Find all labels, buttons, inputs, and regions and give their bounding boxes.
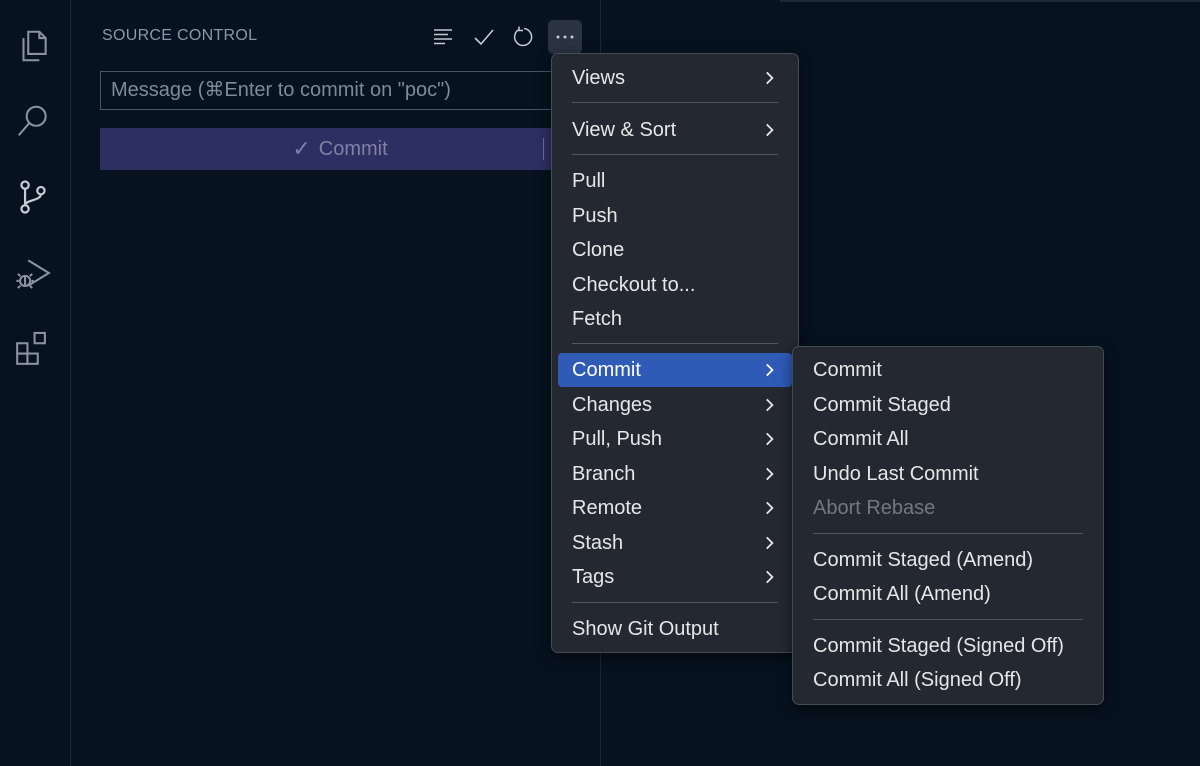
commit-check-icon[interactable]	[467, 20, 501, 54]
menu-item-stash[interactable]: Stash	[558, 526, 792, 560]
run-debug-icon[interactable]	[12, 252, 54, 294]
chevron-right-icon	[766, 570, 774, 584]
chevron-right-icon	[766, 467, 774, 481]
submenu-item-commit-all-signed-off[interactable]: Commit All (Signed Off)	[799, 663, 1097, 697]
menu-item-clone[interactable]: Clone	[558, 233, 792, 267]
commit-button-label: Commit	[318, 137, 388, 160]
window-top-edge	[780, 0, 1200, 2]
menu-item-push[interactable]: Push	[558, 199, 792, 233]
menu-item-views[interactable]: Views	[558, 61, 792, 95]
menu-separator	[813, 619, 1083, 620]
submenu-item-undo-last-commit[interactable]: Undo Last Commit	[799, 457, 1097, 491]
menu-item-fetch[interactable]: Fetch	[558, 302, 792, 336]
menu-separator	[813, 533, 1083, 534]
refresh-icon[interactable]	[507, 20, 541, 54]
menu-separator	[572, 602, 778, 603]
submenu-item-commit-all[interactable]: Commit All	[799, 422, 1097, 456]
menu-item-show-git-output[interactable]: Show Git Output	[558, 612, 792, 646]
menu-item-checkout[interactable]: Checkout to...	[558, 268, 792, 302]
source-control-icon[interactable]	[12, 176, 54, 218]
commit-button[interactable]: ✓ Commit	[100, 128, 580, 170]
chevron-right-icon	[766, 123, 774, 137]
menu-item-commit[interactable]: Commit	[558, 353, 792, 387]
submenu-item-commit-staged-amend[interactable]: Commit Staged (Amend)	[799, 543, 1097, 577]
explorer-icon[interactable]	[12, 25, 54, 67]
chevron-right-icon	[766, 398, 774, 412]
sidebar-title: SOURCE CONTROL	[102, 27, 258, 44]
menu-item-pull[interactable]: Pull	[558, 164, 792, 198]
source-control-sidebar: SOURCE CONTROL Message (⌘Enter to commit…	[71, 0, 601, 766]
check-icon: ✓	[292, 136, 311, 161]
submenu-item-commit[interactable]: Commit	[799, 353, 1097, 387]
view-as-tree-icon[interactable]	[426, 20, 460, 54]
search-icon[interactable]	[12, 100, 54, 142]
more-actions-icon[interactable]	[548, 20, 582, 54]
menu-item-changes[interactable]: Changes	[558, 388, 792, 422]
menu-item-view-sort[interactable]: View & Sort	[558, 113, 792, 147]
menu-separator	[572, 102, 778, 103]
activity-bar	[0, 0, 71, 766]
more-actions-menu: Views View & Sort Pull Push Clone Checko…	[551, 53, 799, 653]
menu-separator	[572, 154, 778, 155]
submenu-item-abort-rebase: Abort Rebase	[813, 496, 936, 519]
submenu-item-commit-staged-signed-off[interactable]: Commit Staged (Signed Off)	[799, 629, 1097, 663]
submenu-item-commit-all-amend[interactable]: Commit All (Amend)	[799, 577, 1097, 611]
menu-item-remote[interactable]: Remote	[558, 491, 792, 525]
commit-submenu: Commit Commit Staged Commit All Undo Las…	[792, 346, 1104, 705]
chevron-right-icon	[766, 501, 774, 515]
submenu-item-commit-staged[interactable]: Commit Staged	[799, 388, 1097, 422]
chevron-right-icon	[766, 432, 774, 446]
extensions-icon[interactable]	[12, 327, 54, 369]
menu-item-pull-push[interactable]: Pull, Push	[558, 422, 792, 456]
commit-message-input[interactable]: Message (⌘Enter to commit on "poc")	[100, 71, 580, 110]
chevron-right-icon	[766, 363, 774, 377]
commit-button-divider	[543, 138, 544, 160]
menu-separator	[572, 343, 778, 344]
chevron-right-icon	[766, 536, 774, 550]
menu-item-tags[interactable]: Tags	[558, 560, 792, 594]
chevron-right-icon	[766, 71, 774, 85]
menu-item-branch[interactable]: Branch	[558, 457, 792, 491]
